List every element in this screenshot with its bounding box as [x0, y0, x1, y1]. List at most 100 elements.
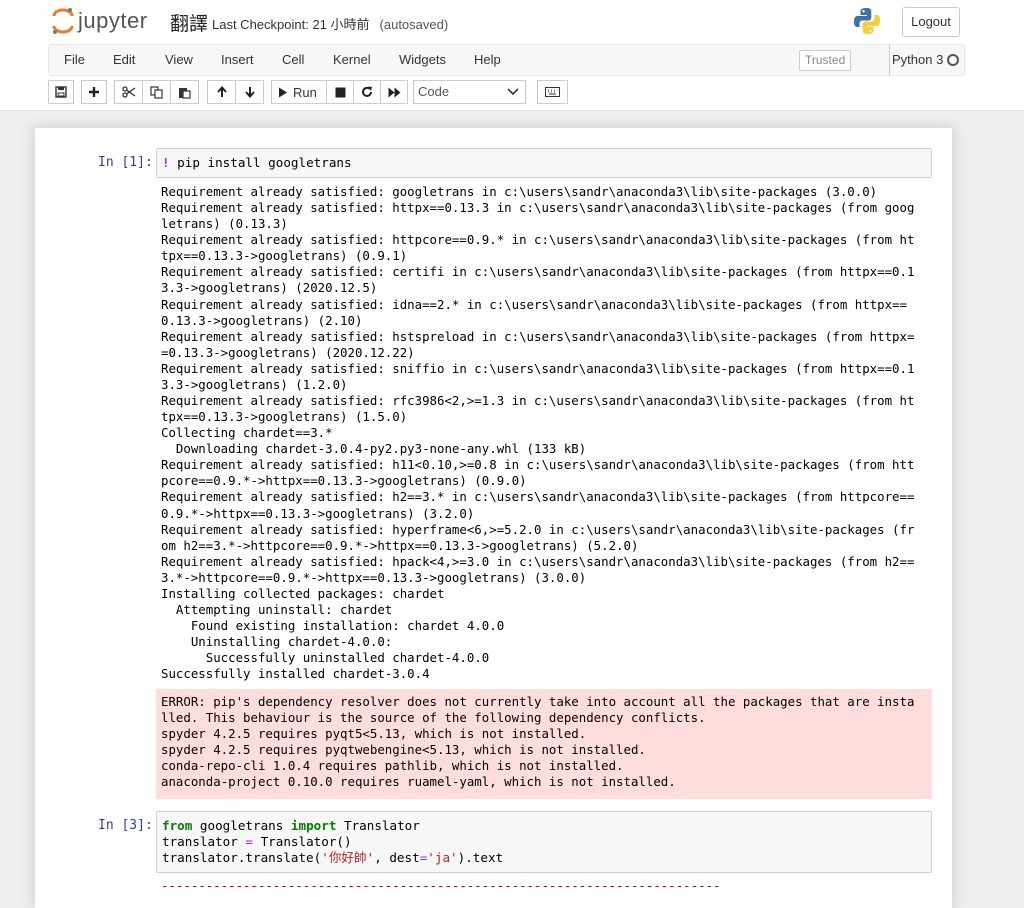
- menu-bar: File Edit View Insert Cell Kernel Widget…: [48, 44, 965, 76]
- trusted-indicator[interactable]: Trusted: [799, 50, 852, 71]
- restart-kernel-button[interactable]: [353, 80, 381, 104]
- output-line: Requirement already satisfied: httpx==0.…: [161, 200, 915, 216]
- keyword-from: from: [162, 818, 193, 833]
- code-token: , dest: [374, 850, 420, 865]
- code-cell-input[interactable]: from googletrans import Translator trans…: [156, 811, 932, 873]
- output-line: Uninstalling chardet-4.0.0:: [161, 634, 393, 650]
- move-down-button[interactable]: [235, 80, 264, 104]
- code-cell-input[interactable]: ! pip install googletrans: [156, 148, 932, 178]
- output-line: Requirement already satisfied: rfc3986<2…: [161, 393, 915, 409]
- run-button[interactable]: Run: [271, 80, 327, 104]
- output-line: 0.13.3->googletrans) (2.10): [161, 312, 363, 328]
- copy-button[interactable]: [142, 80, 171, 104]
- code-token: Translator(): [253, 834, 352, 849]
- chevron-down-icon: [507, 88, 519, 96]
- play-icon: [279, 87, 287, 97]
- fast-forward-icon: [388, 87, 400, 97]
- copy-icon: [150, 85, 163, 99]
- output-line: 3.3->googletrans) (2020.12.5): [161, 280, 378, 296]
- string-literal: 'ja': [427, 850, 458, 865]
- output-line: ERROR: pip's dependency resolver does no…: [161, 694, 915, 709]
- output-line: spyder 4.2.5 requires pyqt5<5.13, which …: [161, 726, 587, 741]
- menu-cell[interactable]: Cell: [282, 45, 304, 75]
- menu-edit[interactable]: Edit: [113, 45, 135, 75]
- output-line: =0.13.3->googletrans) (2020.12.22): [161, 344, 415, 360]
- jupyter-brand: jupyter: [78, 8, 148, 33]
- arrow-down-icon: [244, 87, 255, 98]
- output-line: Requirement already satisfied: sniffio i…: [161, 360, 915, 376]
- output-line: anaconda-project 0.10.0 requires ruamel-…: [161, 774, 676, 789]
- error-traceback-rule: ----------------------------------------…: [161, 878, 721, 893]
- output-line: Requirement already satisfied: idna==2.*…: [161, 296, 907, 312]
- menu-kernel[interactable]: Kernel: [333, 45, 371, 75]
- input-prompt: In [1]:: [98, 155, 153, 170]
- output-line: conda-repo-cli 1.0.4 requires pathlib, w…: [161, 758, 624, 773]
- code-text: pip install googletrans: [169, 155, 352, 170]
- scissors-icon: [121, 86, 135, 98]
- plus-icon: [89, 87, 99, 97]
- command-palette-button[interactable]: [537, 80, 568, 104]
- output-line: om h2==3.*->httpcore==0.9.*->httpx==0.13…: [161, 537, 639, 553]
- stop-icon: [335, 87, 345, 97]
- interrupt-kernel-button[interactable]: [326, 80, 354, 104]
- output-line: letrans) (0.13.3): [161, 216, 288, 232]
- autosave-status: (autosaved): [379, 17, 449, 32]
- save-button[interactable]: [48, 80, 74, 104]
- output-line: 3.*->httpcore==0.9.*->httpx==0.13.3->goo…: [161, 569, 587, 585]
- keyboard-icon: [545, 87, 560, 97]
- save-icon: [55, 86, 67, 98]
- notebook-header: jupyter 翻譯 Last Checkpoint: 21 小時前 (autos…: [0, 0, 1024, 111]
- jupyter-icon: [52, 8, 74, 34]
- menu-help[interactable]: Help: [474, 45, 501, 75]
- menu-view[interactable]: View: [165, 45, 193, 75]
- output-line: Requirement already satisfied: certifi i…: [161, 264, 915, 280]
- keyword-import: import: [290, 818, 337, 833]
- output-line: Requirement already satisfied: hpack<4,>…: [161, 553, 915, 569]
- output-line: tpx==0.13.3->googletrans) (0.9.1): [161, 248, 408, 264]
- restart-run-all-button[interactable]: [380, 80, 408, 104]
- cut-button[interactable]: [114, 80, 143, 104]
- cell-type-value: Code: [418, 84, 450, 99]
- restart-icon: [362, 86, 372, 97]
- insert-cell-button[interactable]: [81, 80, 107, 104]
- output-line: lled. This behaviour is the source of th…: [161, 710, 706, 725]
- output-line: Requirement already satisfied: h11<0.10,…: [161, 457, 915, 473]
- string-literal: '你好帥': [321, 850, 375, 865]
- cell-type-select[interactable]: Code: [413, 80, 526, 104]
- output-line: 3.3->googletrans) (1.2.0): [161, 376, 348, 392]
- output-line: spyder 4.2.5 requires pyqtwebengine<5.13…: [161, 742, 646, 757]
- code-token: googletrans: [192, 818, 291, 833]
- output-line: Downloading chardet-3.0.4-py2.py3-none-a…: [161, 441, 587, 457]
- kernel-idle-icon: [947, 54, 959, 66]
- paste-button[interactable]: [170, 80, 199, 104]
- menu-insert[interactable]: Insert: [221, 45, 254, 75]
- notebook-container: In [1]: ! pip install googletrans Requir…: [35, 128, 952, 908]
- input-prompt: In [3]:: [98, 818, 153, 833]
- move-up-button[interactable]: [207, 80, 236, 104]
- logout-button[interactable]: Logout: [902, 7, 960, 37]
- output-line: Requirement already satisfied: h2==3.* i…: [161, 489, 915, 505]
- code-token: ).text: [457, 850, 504, 865]
- output-line: Installing collected packages: chardet: [161, 585, 445, 601]
- checkpoint-text: Last Checkpoint: 21 小時前: [212, 17, 370, 32]
- menu-widgets[interactable]: Widgets: [399, 45, 446, 75]
- output-line: Requirement already satisfied: httpcore=…: [161, 232, 915, 248]
- arrow-up-icon: [216, 86, 227, 97]
- jupyter-logo[interactable]: jupyter: [52, 6, 148, 36]
- output-line: tpx==0.13.3->googletrans) (1.5.0): [161, 409, 408, 425]
- checkpoint-status: Last Checkpoint: 21 小時前 (autosaved): [212, 14, 448, 33]
- menu-file[interactable]: File: [64, 45, 85, 75]
- operator: =: [245, 834, 253, 849]
- kernel-name: Python 3: [889, 45, 943, 75]
- run-label: Run: [293, 84, 317, 100]
- output-line: Attempting uninstall: chardet: [161, 602, 393, 618]
- output-line: Found existing installation: chardet 4.0…: [161, 618, 505, 634]
- output-line: Requirement already satisfied: hyperfram…: [161, 521, 915, 537]
- output-line: pcore==0.9.*->httpx==0.13.3->googletrans…: [161, 473, 527, 489]
- cell-output-stdout: Requirement already satisfied: googletra…: [161, 184, 914, 682]
- notebook-name[interactable]: 翻譯: [170, 9, 208, 36]
- shell-bang: !: [162, 155, 170, 170]
- paste-icon: [179, 87, 191, 99]
- python-logo-icon: [852, 6, 882, 41]
- code-token: translator: [162, 834, 246, 849]
